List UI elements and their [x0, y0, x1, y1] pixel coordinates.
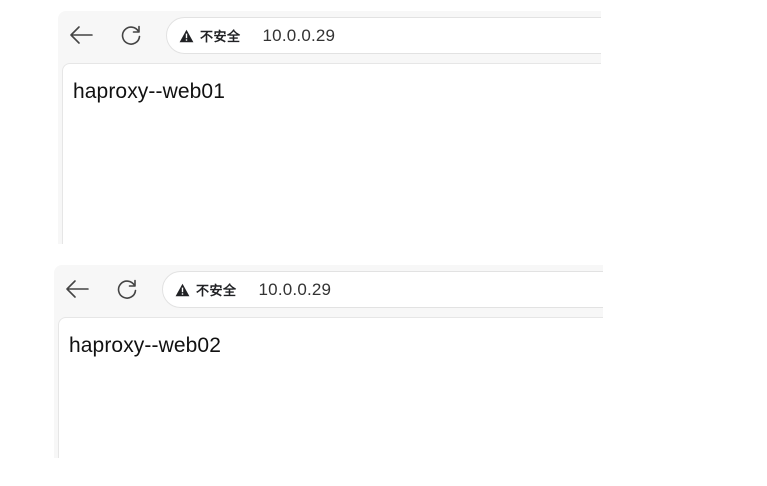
reload-icon: [115, 277, 139, 301]
reload-button[interactable]: [116, 20, 146, 50]
warning-triangle-icon: [175, 283, 190, 297]
back-button[interactable]: [62, 274, 92, 304]
security-label: 不安全: [196, 284, 237, 299]
address-bar[interactable]: 不安全 10.0.0.29: [166, 17, 601, 54]
browser-window-web02: 不安全 10.0.0.29 haproxy--web02: [54, 265, 603, 458]
back-arrow-icon: [64, 279, 90, 299]
back-arrow-icon: [68, 25, 94, 45]
back-button[interactable]: [66, 20, 96, 50]
browser-toolbar: 不安全 10.0.0.29: [54, 265, 603, 313]
browser-window-web01: 不安全 10.0.0.29 haproxy--web01: [58, 11, 601, 244]
url-text[interactable]: 10.0.0.29: [259, 280, 332, 300]
address-bar[interactable]: 不安全 10.0.0.29: [162, 271, 603, 308]
page-content: haproxy--web02: [58, 317, 603, 458]
security-indicator[interactable]: 不安全: [179, 26, 241, 45]
reload-button[interactable]: [112, 274, 142, 304]
page-content: haproxy--web01: [62, 63, 601, 244]
reload-icon: [119, 23, 143, 47]
security-indicator[interactable]: 不安全: [175, 280, 237, 299]
security-label: 不安全: [200, 30, 241, 45]
warning-triangle-icon: [179, 29, 194, 43]
url-text[interactable]: 10.0.0.29: [263, 26, 336, 46]
page-body-text: haproxy--web02: [69, 334, 221, 357]
page-body-text: haproxy--web01: [73, 80, 225, 103]
browser-toolbar: 不安全 10.0.0.29: [58, 11, 601, 59]
